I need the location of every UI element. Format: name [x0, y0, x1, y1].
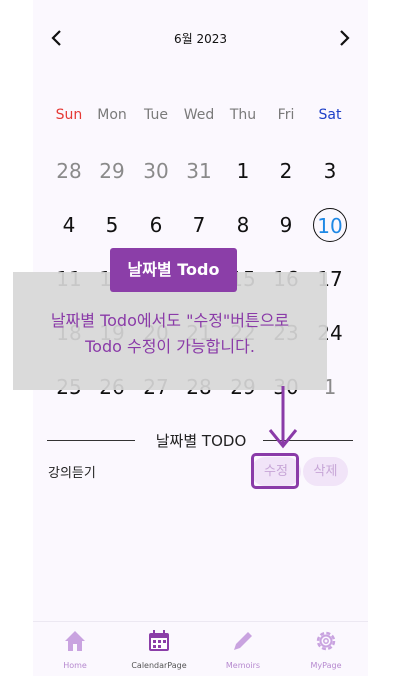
calendar-day[interactable]: 4 [47, 203, 91, 247]
todo-item-text: 강의듣기 [48, 466, 96, 481]
calendar-day[interactable]: 28 [47, 149, 91, 193]
bottom-nav: Home CalendarPage Memoirs MyPage [33, 621, 368, 677]
calendar-day[interactable]: 5 [90, 203, 134, 247]
calendar-icon [149, 630, 169, 651]
weekday-wed: Wed [183, 107, 215, 123]
weekday-thu: Thu [229, 107, 257, 123]
divider [47, 440, 135, 441]
weekday-sun: Sun [55, 107, 83, 123]
calendar-day[interactable]: 2 [264, 149, 308, 193]
delete-button[interactable]: 삭제 [303, 457, 348, 486]
weekday-tue: Tue [144, 107, 168, 123]
home-icon [65, 631, 85, 651]
calendar-day[interactable]: 7 [177, 203, 221, 247]
tutorial-message-line: Todo 수정이 가능합니다. [85, 337, 255, 356]
calendar-day[interactable]: 29 [90, 149, 134, 193]
calendar-day[interactable]: 8 [221, 203, 265, 247]
nav-home[interactable]: Home [33, 628, 117, 670]
nav-calendar[interactable]: CalendarPage [117, 628, 201, 670]
nav-mypage[interactable]: MyPage [284, 628, 368, 670]
calendar-day[interactable]: 31 [177, 149, 221, 193]
tutorial-message: 날짜별 Todo에서도 "수정"버튼으로 Todo 수정이 가능합니다. [13, 308, 327, 360]
divider [263, 440, 353, 441]
gear-icon [316, 631, 336, 651]
calendar-day[interactable]: 3 [308, 149, 352, 193]
tutorial-message-line: 날짜별 Todo에서도 "수정"버튼으로 [50, 311, 290, 330]
todo-section-title: 날짜별 TODO [155, 432, 247, 450]
next-month-button[interactable] [333, 27, 355, 49]
chevron-right-icon [340, 30, 350, 46]
tutorial-label: 날짜별 Todo [110, 248, 237, 292]
edit-button-highlight [251, 453, 299, 489]
pencil-icon [234, 632, 252, 650]
calendar-day[interactable]: 1 [221, 149, 265, 193]
month-title: 6월 2023 [173, 32, 228, 46]
calendar-day[interactable]: 10 [313, 208, 347, 242]
nav-label: CalendarPage [131, 661, 187, 670]
weekday-sat: Sat [318, 107, 342, 123]
calendar-day[interactable]: 6 [134, 203, 178, 247]
nav-label: Memoirs [225, 661, 261, 670]
weekday-mon: Mon [97, 107, 127, 123]
nav-label: MyPage [310, 661, 342, 670]
weekday-fri: Fri [277, 107, 295, 123]
nav-label: Home [63, 661, 87, 670]
calendar-day[interactable]: 30 [134, 149, 178, 193]
nav-memoirs[interactable]: Memoirs [201, 628, 285, 670]
calendar-day[interactable]: 9 [264, 203, 308, 247]
